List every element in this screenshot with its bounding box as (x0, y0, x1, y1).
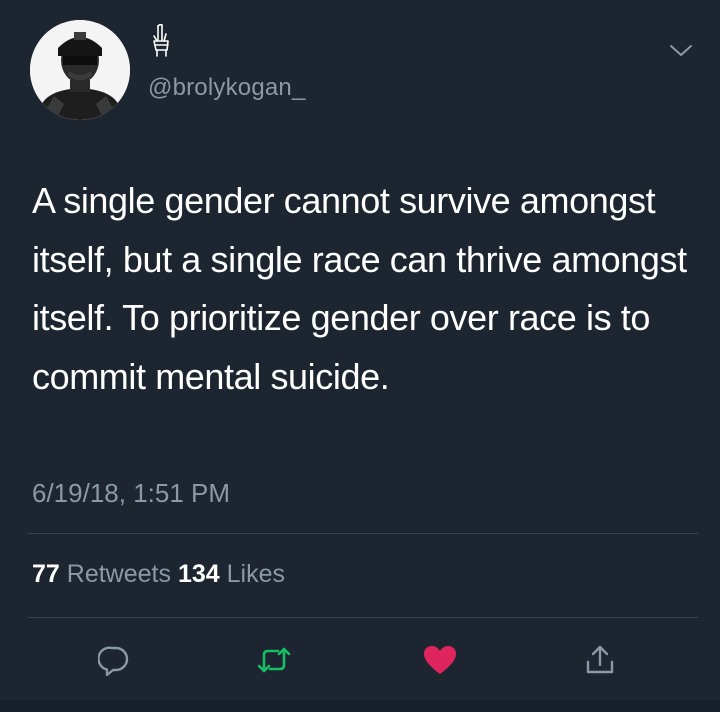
divider (28, 533, 698, 534)
display-name[interactable] (148, 23, 176, 58)
avatar[interactable] (30, 20, 130, 120)
tweet-timestamp[interactable]: 6/19/18, 1:51 PM (32, 478, 230, 509)
tweet-stats: 77 Retweets 134 Likes (32, 560, 285, 589)
share-button[interactable] (580, 640, 620, 680)
user-handle[interactable]: @brolykogan_ (148, 74, 306, 102)
reply-icon (98, 646, 129, 676)
bottom-bar (0, 700, 720, 712)
like-button[interactable] (420, 640, 460, 680)
retweets-count[interactable]: 77 (32, 560, 60, 588)
share-icon (586, 645, 614, 674)
retweet-icon (257, 647, 291, 673)
tweet-card: @brolykogan_ A single gender cannot surv… (0, 0, 720, 712)
retweets-label[interactable]: Retweets (67, 560, 171, 588)
heart-icon (424, 646, 456, 674)
divider (28, 617, 698, 618)
hand-glyph-icon (153, 23, 169, 57)
tweet-menu-button[interactable] (668, 40, 694, 60)
tweet-text: A single gender cannot survive amongst i… (32, 180, 687, 397)
avatar-image (30, 20, 130, 120)
likes-count[interactable]: 134 (178, 560, 220, 588)
retweet-button[interactable] (254, 640, 294, 680)
likes-label[interactable]: Likes (227, 560, 285, 588)
chevron-down-icon (670, 45, 692, 56)
reply-button[interactable] (94, 640, 134, 680)
